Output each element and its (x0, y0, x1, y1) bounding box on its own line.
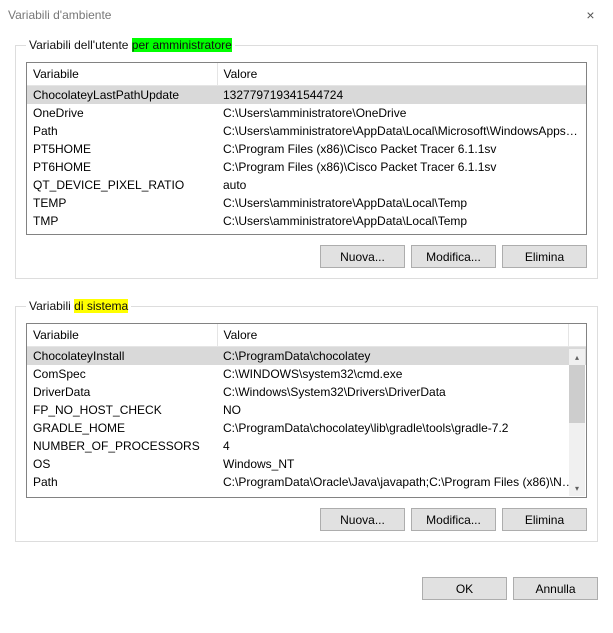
cell-variable: OS (27, 455, 217, 473)
table-row[interactable]: PT5HOMEC:\Program Files (x86)\Cisco Pack… (27, 140, 586, 158)
user-button-row: Nuova... Modifica... Elimina (26, 245, 587, 268)
sys-legend-prefix: Variabili (29, 299, 74, 313)
table-row[interactable]: FP_NO_HOST_CHECKNO (27, 401, 586, 419)
user-delete-button[interactable]: Elimina (502, 245, 587, 268)
cell-value: NO (217, 401, 586, 419)
user-col-value[interactable]: Valore (217, 63, 586, 86)
cell-variable: ComSpec (27, 365, 217, 383)
user-legend-prefix: Variabili dell'utente (29, 38, 132, 52)
table-row[interactable]: TMPC:\Users\amministratore\AppData\Local… (27, 212, 586, 230)
cell-value: C:\Users\amministratore\AppData\Local\Te… (217, 212, 586, 230)
table-row[interactable]: ComSpecC:\WINDOWS\system32\cmd.exe (27, 365, 586, 383)
ok-button[interactable]: OK (422, 577, 507, 600)
cell-value: C:\Users\amministratore\AppData\Local\Te… (217, 194, 586, 212)
table-row[interactable]: GRADLE_HOMEC:\ProgramData\chocolatey\lib… (27, 419, 586, 437)
table-row[interactable]: QT_DEVICE_PIXEL_RATIOauto (27, 176, 586, 194)
cell-variable: PT6HOME (27, 158, 217, 176)
user-vars-group: Variabili dell'utente per amministratore… (15, 38, 598, 279)
dialog-content: Variabili dell'utente per amministratore… (0, 30, 613, 577)
table-row[interactable]: PathC:\Users\amministratore\AppData\Loca… (27, 122, 586, 140)
cell-value: 132779719341544724 (217, 86, 586, 105)
window-title: Variabili d'ambiente (8, 8, 111, 22)
sys-col-scroll (568, 324, 586, 347)
scroll-down-icon[interactable]: ▾ (569, 480, 585, 496)
system-vars-group: Variabili di sistema Variabile Valore Ch… (15, 299, 598, 542)
cell-value: Windows_NT (217, 455, 586, 473)
cell-value: C:\Program Files (x86)\Cisco Packet Trac… (217, 158, 586, 176)
cell-value: C:\Users\amministratore\OneDrive (217, 104, 586, 122)
table-row[interactable]: OneDriveC:\Users\amministratore\OneDrive (27, 104, 586, 122)
cell-variable: FP_NO_HOST_CHECK (27, 401, 217, 419)
cell-value: 4 (217, 437, 586, 455)
table-row[interactable]: ChocolateyLastPathUpdate1327797193415447… (27, 86, 586, 105)
cell-variable: Path (27, 473, 217, 491)
cell-value: C:\Users\amministratore\AppData\Local\Mi… (217, 122, 586, 140)
sys-col-value[interactable]: Valore (217, 324, 568, 347)
cell-variable: QT_DEVICE_PIXEL_RATIO (27, 176, 217, 194)
scroll-thumb[interactable] (569, 365, 585, 423)
table-row[interactable]: NUMBER_OF_PROCESSORS4 (27, 437, 586, 455)
table-row[interactable]: DriverDataC:\Windows\System32\Drivers\Dr… (27, 383, 586, 401)
system-vars-legend: Variabili di sistema (26, 299, 131, 313)
cell-variable: TMP (27, 212, 217, 230)
system-delete-button[interactable]: Elimina (502, 508, 587, 531)
user-new-button[interactable]: Nuova... (320, 245, 405, 268)
cell-variable: TEMP (27, 194, 217, 212)
cell-value: C:\Program Files (x86)\Cisco Packet Trac… (217, 140, 586, 158)
system-vars-table[interactable]: Variabile Valore ChocolateyInstallC:\Pro… (27, 324, 586, 491)
cell-variable: ChocolateyLastPathUpdate (27, 86, 217, 105)
user-vars-table-wrap: Variabile Valore ChocolateyLastPathUpdat… (26, 62, 587, 235)
user-edit-button[interactable]: Modifica... (411, 245, 496, 268)
cell-variable: DriverData (27, 383, 217, 401)
table-row[interactable]: PT6HOMEC:\Program Files (x86)\Cisco Pack… (27, 158, 586, 176)
table-row[interactable]: OSWindows_NT (27, 455, 586, 473)
cell-value: C:\WINDOWS\system32\cmd.exe (217, 365, 586, 383)
cell-variable: GRADLE_HOME (27, 419, 217, 437)
cell-value: C:\ProgramData\chocolatey (217, 347, 586, 366)
user-vars-legend: Variabili dell'utente per amministratore (26, 38, 235, 52)
user-col-variable[interactable]: Variabile (27, 63, 217, 86)
cell-value: C:\ProgramData\chocolatey\lib\gradle\too… (217, 419, 586, 437)
cell-variable: ChocolateyInstall (27, 347, 217, 366)
cell-value: C:\ProgramData\Oracle\Java\javapath;C:\P… (217, 473, 586, 491)
sys-legend-highlight: di sistema (74, 299, 128, 313)
table-row[interactable]: PathC:\ProgramData\Oracle\Java\javapath;… (27, 473, 586, 491)
user-vars-table[interactable]: Variabile Valore ChocolateyLastPathUpdat… (27, 63, 586, 230)
system-vars-table-wrap: Variabile Valore ChocolateyInstallC:\Pro… (26, 323, 587, 498)
dialog-button-row: OK Annulla (0, 577, 613, 610)
table-row[interactable]: ChocolateyInstallC:\ProgramData\chocolat… (27, 347, 586, 366)
close-icon[interactable]: × (568, 0, 613, 30)
system-button-row: Nuova... Modifica... Elimina (26, 508, 587, 531)
cancel-button[interactable]: Annulla (513, 577, 598, 600)
table-row[interactable]: TEMPC:\Users\amministratore\AppData\Loca… (27, 194, 586, 212)
system-scrollbar[interactable]: ▴ ▾ (569, 349, 585, 496)
cell-variable: NUMBER_OF_PROCESSORS (27, 437, 217, 455)
cell-variable: Path (27, 122, 217, 140)
titlebar: Variabili d'ambiente × (0, 0, 613, 30)
cell-value: auto (217, 176, 586, 194)
cell-value: C:\Windows\System32\Drivers\DriverData (217, 383, 586, 401)
user-legend-highlight: per amministratore (132, 38, 232, 52)
system-new-button[interactable]: Nuova... (320, 508, 405, 531)
sys-col-variable[interactable]: Variabile (27, 324, 217, 347)
cell-variable: PT5HOME (27, 140, 217, 158)
system-edit-button[interactable]: Modifica... (411, 508, 496, 531)
scroll-up-icon[interactable]: ▴ (569, 349, 585, 365)
cell-variable: OneDrive (27, 104, 217, 122)
